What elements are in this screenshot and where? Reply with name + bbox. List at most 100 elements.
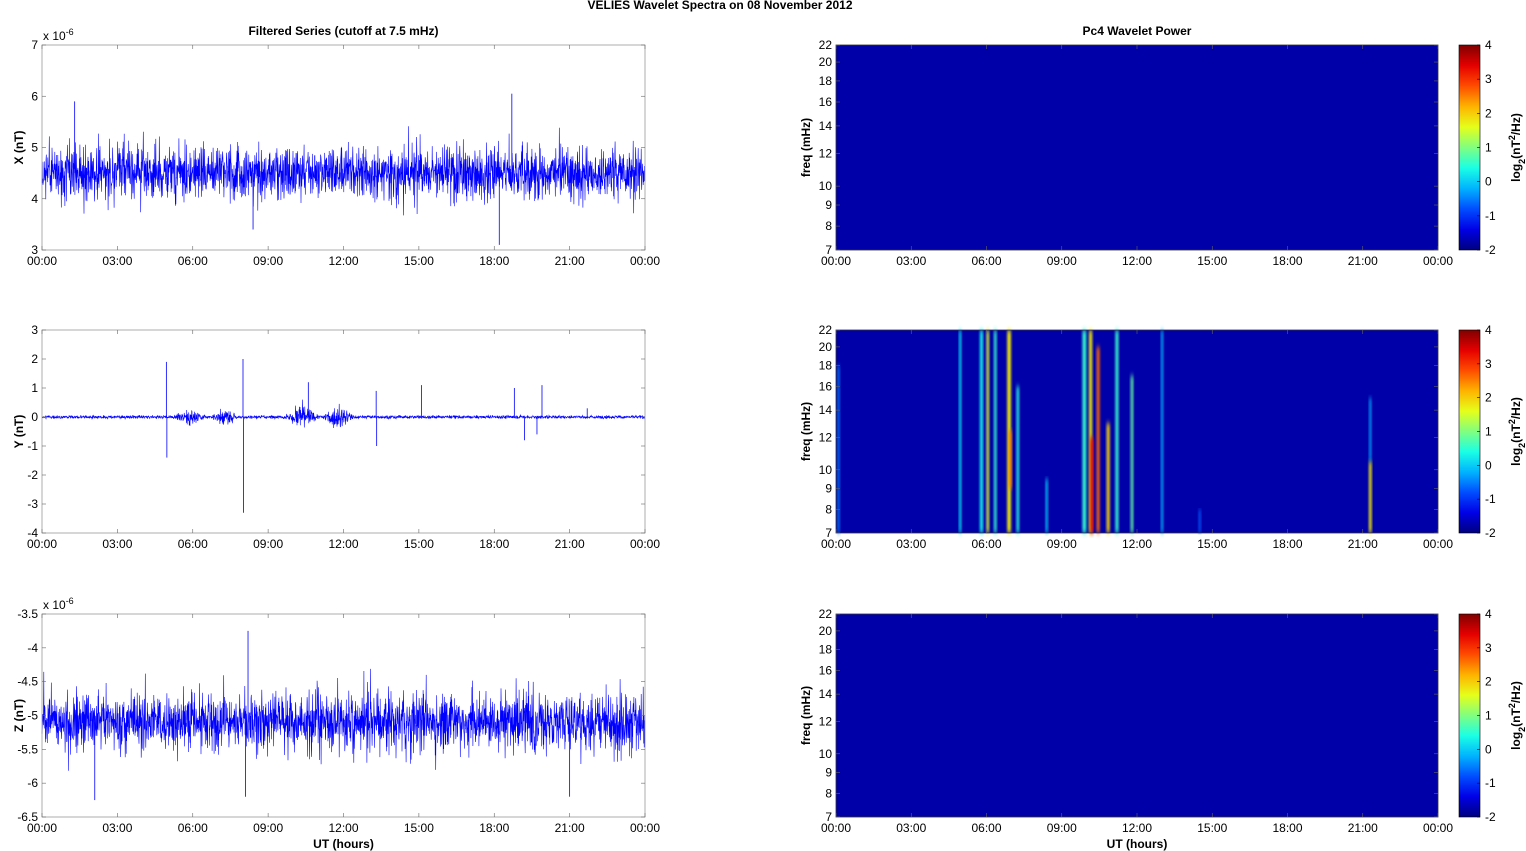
y-tick-label: 20 (819, 55, 833, 69)
x-tick-label: 00:00 (821, 821, 851, 835)
series-line-x (41, 126, 645, 216)
x-tick-label: 09:00 (1047, 821, 1077, 835)
colorbar-tick-label: 3 (1485, 357, 1492, 371)
x-tick-label: 00:00 (27, 537, 57, 551)
y-tick-label: -6 (27, 776, 38, 790)
y-axis-label: Z (nT) (12, 699, 26, 732)
power-event (1096, 346, 1100, 533)
x-tick-label: 00:00 (27, 254, 57, 268)
colorbar-tick-label: -2 (1485, 243, 1496, 257)
colorbar (1458, 44, 1481, 251)
power-event (959, 330, 962, 533)
x-tick-label: 15:00 (404, 254, 434, 268)
x-tick-label: 21:00 (555, 821, 585, 835)
timeseries-panel-z: x 10-6-6.5-6-5.5-5-4.5-4-3.500:00 03:00 06… (12, 596, 660, 851)
y-tick-label: 9 (825, 481, 832, 495)
x-tick-label: 12:00 (328, 254, 358, 268)
x-tick-label: 21:00 (555, 254, 585, 268)
y-tick-label: 5 (31, 141, 38, 155)
y-exponent-label: x 10-6 (43, 27, 74, 43)
x-tick-label: 06:00 (178, 537, 208, 551)
x-tick-label: 09:00 (1047, 254, 1077, 268)
x-tick-label: 00:00 (1423, 537, 1453, 551)
y-axis-label: X (nT) (12, 131, 26, 165)
x-tick-label: 03:00 (896, 254, 926, 268)
power-event (1130, 375, 1134, 533)
colorbar-tick-label: -1 (1485, 492, 1496, 506)
colorbar-tick-label: 3 (1485, 641, 1492, 655)
axes-box (41, 44, 646, 251)
y-tick-label: 18 (819, 643, 833, 657)
colorbar-tick-label: 2 (1485, 675, 1492, 689)
x-tick-label: 12:00 (328, 821, 358, 835)
power-event (1106, 423, 1110, 533)
x-tick-label: 06:00 (971, 821, 1001, 835)
colorbar-tick-label: 2 (1485, 106, 1492, 120)
y-tick-label: 22 (819, 607, 833, 621)
colorbar-tick-label: 2 (1485, 391, 1492, 405)
x-tick-label: 03:00 (102, 254, 132, 268)
y-tick-label: -3 (27, 497, 38, 511)
series-line-z (41, 668, 645, 771)
y-exponent-label: x 10-6 (43, 596, 74, 612)
x-tick-label: 21:00 (1348, 254, 1378, 268)
colorbar (1458, 613, 1481, 818)
y-tick-label: 16 (819, 663, 833, 677)
power-event (1016, 386, 1020, 533)
x-tick-label: 00:00 (1423, 254, 1453, 268)
x-tick-label: 18:00 (479, 821, 509, 835)
power-event (1161, 330, 1164, 533)
y-tick-label: -3.5 (17, 607, 38, 621)
colorbar-label-part: /Hz) (1509, 113, 1523, 135)
x-tick-label: 03:00 (102, 537, 132, 551)
power-event (986, 330, 990, 533)
x-axis-label: UT (hours) (1107, 837, 1168, 851)
y-tick-label: 8 (825, 786, 832, 800)
y-tick-label: -4.5 (17, 675, 38, 689)
spectrogram-background (836, 45, 1438, 250)
spectrogram-panel-z: 43210-1-2log2(nT2/Hz)7891012141618202200… (799, 607, 1526, 851)
y-tick-label: 18 (819, 359, 833, 373)
x-tick-label: 18:00 (1272, 254, 1302, 268)
timeseries-panel-x: x 10-63456700:00 03:00 06:00 09:00 12:00 15:0… (12, 24, 660, 268)
colorbar-label: log2(nT2/Hz) (1507, 681, 1526, 750)
figure-title: VELIES Wavelet Spectra on 08 November 20… (587, 0, 852, 12)
power-event (837, 365, 840, 533)
colorbar-tick-label: 0 (1485, 458, 1492, 472)
y-tick-label: 14 (819, 403, 833, 417)
y-tick-label: -5.5 (17, 742, 38, 756)
power-event (1198, 509, 1201, 533)
y-tick-label: 18 (819, 74, 833, 88)
power-event (1082, 330, 1087, 533)
y-tick-label: 0 (31, 410, 38, 424)
power-event (1369, 461, 1372, 533)
colorbar-label: log2(nT2/Hz) (1507, 113, 1526, 182)
colorbar-label-part: /Hz) (1509, 681, 1523, 703)
x-tick-label: 15:00 (1197, 254, 1227, 268)
y-tick-label: -5 (27, 709, 38, 723)
y-tick-label: 14 (819, 119, 833, 133)
timeseries-panel-y: -4-3-2-1012300:00 03:00 06:00 09:00 12:00 15:… (12, 323, 660, 551)
y-tick-label: 16 (819, 95, 833, 109)
y-tick-label: 22 (819, 323, 833, 337)
panel-title: Pc4 Wavelet Power (1083, 24, 1192, 38)
colorbar-label-part: (nT (1509, 140, 1523, 159)
y-tick-label: 12 (819, 714, 833, 728)
x-tick-label: 15:00 (404, 821, 434, 835)
colorbar-tick-label: 0 (1485, 742, 1492, 756)
y-tick-label: 8 (825, 219, 832, 233)
wavelet-figure: VELIES Wavelet Spectra on 08 November 20… (12, 0, 1526, 851)
colorbar-label-part: log (1509, 164, 1523, 182)
x-tick-label: 00:00 (630, 537, 660, 551)
x-tick-label: 00:00 (630, 821, 660, 835)
colorbar-tick-label: 0 (1485, 175, 1492, 189)
power-event (1090, 437, 1094, 533)
y-tick-label: -2 (27, 468, 38, 482)
power-event (1369, 397, 1372, 462)
y-tick-label: 10 (819, 747, 833, 761)
colorbar-tick-label: -1 (1485, 209, 1496, 223)
x-tick-label: 09:00 (253, 254, 283, 268)
colorbar-label-part: (nT (1509, 708, 1523, 727)
x-tick-label: 03:00 (102, 821, 132, 835)
y-tick-label: 20 (819, 624, 833, 638)
